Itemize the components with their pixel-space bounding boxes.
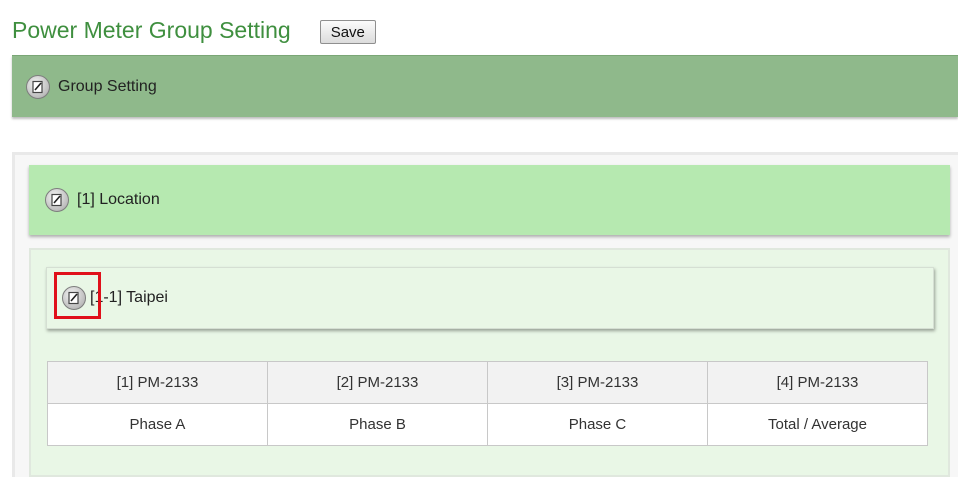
meter-phase-cell[interactable]: Total / Average [707,403,928,446]
meter-name-cell[interactable]: [4] PM-2133 [707,361,928,404]
meter-name-cell[interactable]: [3] PM-2133 [487,361,708,404]
save-button[interactable]: Save [319,20,376,44]
meter-phase-cell[interactable]: Phase B [267,403,488,446]
table-row: [1] PM-2133 [2] PM-2133 [3] PM-2133 [4] … [47,361,928,404]
location-header: [1] Location [29,165,950,235]
location-label: [1] Location [77,191,160,208]
edit-icon[interactable] [26,74,50,99]
meter-name-cell[interactable]: [1] PM-2133 [47,361,268,404]
page-title: Power Meter Group Setting [12,16,291,43]
subgroup-header: [1-1] Taipei [46,267,934,329]
edit-icon[interactable] [62,286,86,310]
meter-table: [1] PM-2133 [2] PM-2133 [3] PM-2133 [4] … [47,361,928,446]
meter-name-cell[interactable]: [2] PM-2133 [267,361,488,404]
edit-icon[interactable] [45,188,69,212]
meter-phase-cell[interactable]: Phase A [47,403,268,446]
table-row: Phase A Phase B Phase C Total / Average [47,403,928,446]
meter-phase-cell[interactable]: Phase C [487,403,708,446]
subgroup-label: [1-1] Taipei [90,289,168,306]
group-setting-header: Group Setting [12,55,958,117]
title-bar: Power Meter Group Setting Save [12,14,376,46]
group-setting-label: Group Setting [58,77,157,95]
